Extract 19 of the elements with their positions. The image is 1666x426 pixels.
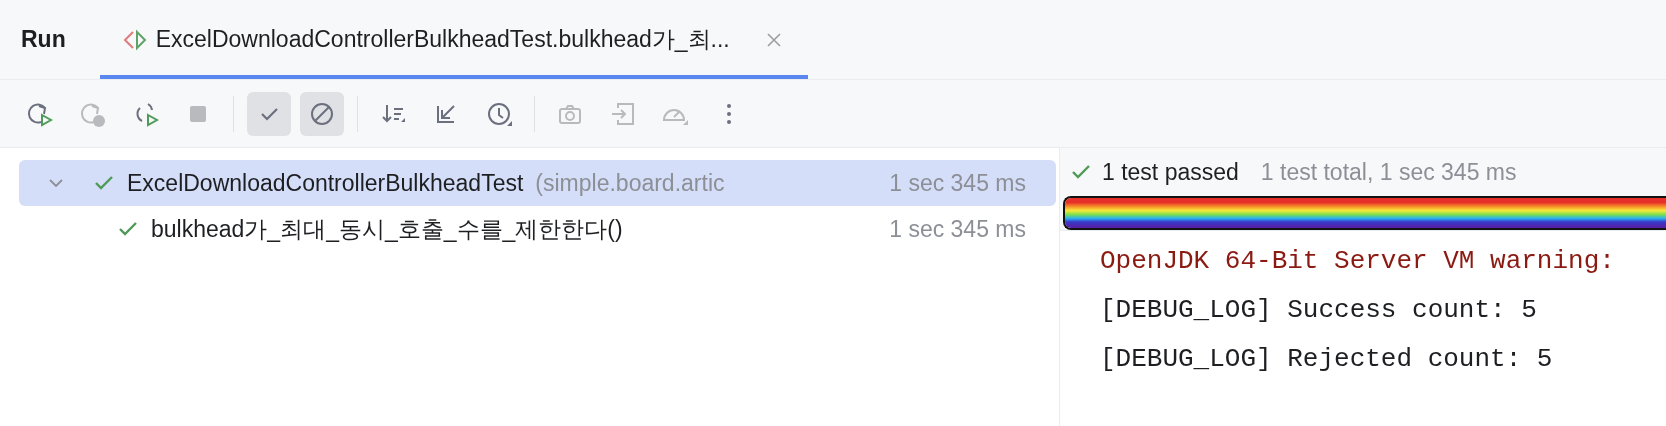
tab-label: ExcelDownloadControllerBulkheadTest.bulkhead가_최... bbox=[155, 25, 730, 54]
test-name: ExcelDownloadControllerBulkheadTest bbox=[127, 169, 524, 197]
more-icon bbox=[726, 102, 732, 125]
tree-row[interactable]: bulkhead가_최대_동시_호출_수를_제한한다() 1 sec 345 ms bbox=[19, 206, 1056, 252]
close-icon[interactable] bbox=[765, 31, 782, 48]
toolbar-button[interactable] bbox=[300, 91, 344, 136]
package-name: (simple.board.artic bbox=[535, 169, 725, 197]
toolbar-button[interactable] bbox=[247, 91, 291, 136]
test-duration: 1 sec 345 ms bbox=[889, 169, 1026, 197]
console-line: [DEBUG_LOG] Rejected count: 5 bbox=[1100, 343, 1554, 376]
tree-row[interactable]: ExcelDownloadControllerBulkheadTest (simple.board.artic 1 sec 345 ms bbox=[19, 160, 1056, 206]
console-line: OpenJDK 64-Bit Server VM warning: bbox=[1100, 245, 1616, 278]
test-run-icon bbox=[121, 28, 148, 51]
tool-window-title: Run bbox=[20, 26, 67, 53]
test-duration: 1 sec 345 ms bbox=[889, 215, 1026, 243]
console-line: [DEBUG_LOG] Success count: 5 bbox=[1100, 294, 1538, 327]
test-name: bulkhead가_최대_동시_호출_수를_제한한다() bbox=[151, 214, 623, 244]
result-summary: 1 test passed bbox=[1102, 158, 1239, 186]
result-details: 1 test total, 1 sec 345 ms bbox=[1260, 158, 1517, 186]
